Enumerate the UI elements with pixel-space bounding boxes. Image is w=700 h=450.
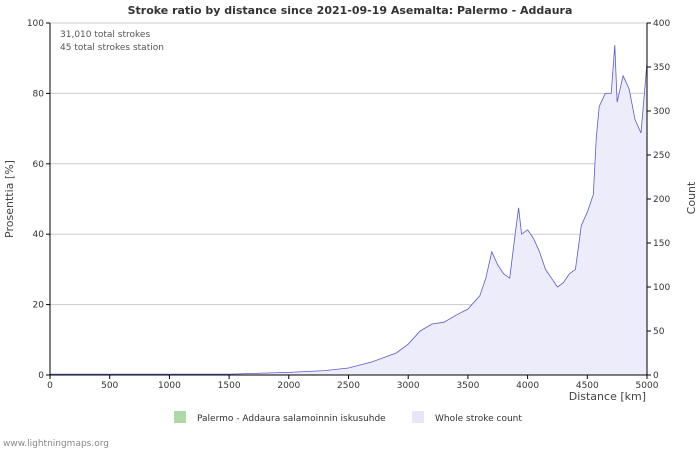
- x-tick-label: 1500: [218, 381, 241, 391]
- x-axis-ticks: 0 500 1000 1500 2000 2500 3000 3500 4000 4500 5000: [47, 375, 659, 391]
- y-right-axis-ticks: 0 50 100 150 200 250 300 350 400: [647, 19, 670, 381]
- y-right-tick-label: 300: [653, 107, 670, 117]
- y-left-axis-label: Prosenttia [%]: [3, 160, 16, 238]
- legend-swatch-count: [412, 411, 424, 423]
- legend: Palermo - Addaura salamoinnin iskusuhde …: [174, 411, 522, 424]
- y-left-axis-ticks: 0 20 40 60 80 100: [27, 19, 50, 381]
- y-right-tick-label: 200: [653, 195, 670, 205]
- annotation-station-strokes: 45 total strokes station: [60, 43, 164, 53]
- x-tick-label: 2000: [277, 381, 300, 391]
- plot-area: [50, 44, 648, 375]
- y-right-tick-label: 350: [653, 63, 670, 73]
- footer-credit: www.lightningmaps.org: [3, 439, 109, 449]
- y-left-tick-label: 100: [27, 19, 44, 29]
- x-tick-label: 1000: [158, 381, 181, 391]
- y-left-tick-label: 0: [38, 371, 44, 381]
- legend-label-count: Whole stroke count: [435, 414, 522, 424]
- y-left-tick-label: 60: [33, 160, 45, 170]
- x-tick-label: 3000: [397, 381, 420, 391]
- annotation-total-strokes: 31,010 total strokes: [60, 30, 150, 40]
- y-right-tick-label: 100: [653, 283, 670, 293]
- chart-title: Stroke ratio by distance since 2021-09-1…: [128, 4, 573, 17]
- grid-lines: [50, 22, 647, 306]
- x-tick-label: 3500: [456, 381, 479, 391]
- y-right-tick-label: 50: [653, 327, 665, 337]
- x-axis-label: Distance [km]: [569, 390, 646, 403]
- y-right-tick-label: 400: [653, 19, 670, 29]
- x-tick-label: 4000: [516, 381, 539, 391]
- y-left-tick-label: 80: [33, 89, 45, 99]
- x-tick-label: 500: [101, 381, 118, 391]
- y-right-tick-label: 250: [653, 151, 670, 161]
- legend-swatch-ratio: [174, 411, 186, 423]
- y-right-axis-label: Count: [685, 181, 698, 214]
- x-tick-label: 0: [47, 381, 53, 391]
- y-left-tick-label: 20: [33, 301, 45, 311]
- series-area-whole-stroke-count: [50, 45, 647, 375]
- x-tick-label: 2500: [337, 381, 360, 391]
- legend-label-ratio: Palermo - Addaura salamoinnin iskusuhde: [197, 414, 386, 424]
- y-right-tick-label: 0: [653, 371, 659, 381]
- y-left-tick-label: 40: [33, 230, 45, 240]
- y-right-tick-label: 150: [653, 239, 670, 249]
- chart-svg: Stroke ratio by distance since 2021-09-1…: [3, 4, 698, 449]
